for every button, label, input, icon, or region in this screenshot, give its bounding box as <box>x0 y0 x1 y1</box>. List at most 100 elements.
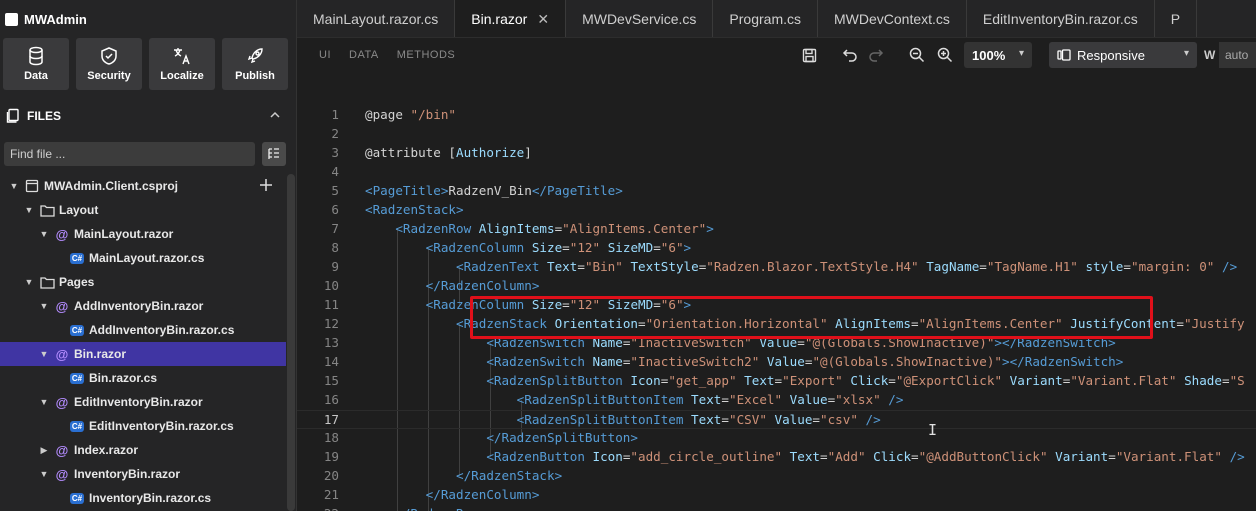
publish-button[interactable]: Publish <box>222 38 288 90</box>
zoom-in-icon <box>937 47 953 63</box>
code-token: /> <box>865 412 881 427</box>
code-token: Value <box>789 392 828 407</box>
file-tree-item[interactable]: ▼ Pages <box>0 270 286 294</box>
file-tree-item[interactable]: ▼ @ InventoryBin.razor <box>0 462 286 486</box>
editor-tab-label: EditInventoryBin.razor.cs <box>982 11 1138 27</box>
code-token: </PageTitle> <box>531 183 623 198</box>
close-icon[interactable]: ✕ <box>537 11 549 28</box>
expand-arrow-icon[interactable]: ▼ <box>38 301 50 311</box>
sidebar-scrollbar[interactable] <box>287 174 295 511</box>
file-tree-item[interactable]: ▼ @ Bin.razor <box>0 342 286 366</box>
file-tree-item[interactable]: C# AddInventoryBin.razor.cs <box>0 318 286 342</box>
code-token: "@AddButtonClick" <box>918 449 1048 464</box>
zoom-out-button[interactable] <box>908 46 926 64</box>
zoom-out-icon <box>909 47 925 63</box>
code-token: </RadzenSplitButton> <box>486 430 638 445</box>
find-file-input[interactable] <box>4 142 255 166</box>
expand-arrow-icon[interactable]: ▼ <box>23 205 35 215</box>
data-button[interactable]: Data <box>3 38 69 90</box>
line-number: 17 <box>323 412 339 427</box>
editor-tab[interactable]: Program.cs <box>713 0 818 37</box>
collapse-arrow-icon[interactable]: ▶ <box>38 445 50 456</box>
highlight-annotation <box>470 296 1153 339</box>
file-tree-item-label: Index.razor <box>74 443 139 457</box>
line-number: 4 <box>331 164 339 179</box>
editor-tab[interactable]: EditInventoryBin.razor.cs <box>967 0 1155 37</box>
code-token: /> <box>888 392 904 407</box>
file-tree-item-label: MainLayout.razor <box>74 227 174 241</box>
expand-arrow-icon[interactable]: ▼ <box>38 397 50 407</box>
csharp-file-icon: C# <box>69 324 85 336</box>
redo-button[interactable] <box>867 46 885 64</box>
width-input[interactable] <box>1219 42 1256 68</box>
editor-tabs: MainLayout.razor.cs Bin.razor ✕ MWDevServic… <box>297 0 1256 38</box>
file-tree-item[interactable]: C# MainLayout.razor.cs <box>0 246 286 270</box>
tab-data[interactable]: DATA <box>349 49 379 61</box>
editor-tab[interactable]: Bin.razor ✕ <box>455 0 567 37</box>
data-button-label: Data <box>24 70 48 82</box>
code-token: Text <box>691 412 722 427</box>
expand-arrow-icon[interactable]: ▼ <box>38 469 50 479</box>
file-tree-item-label: InventoryBin.razor <box>74 467 181 481</box>
devices-icon <box>1057 49 1071 61</box>
security-button[interactable]: Security <box>76 38 142 90</box>
file-tree-item[interactable]: C# Bin.razor.cs <box>0 366 286 390</box>
code-token: Size <box>531 240 563 255</box>
file-tree-item-label: InventoryBin.razor.cs <box>89 491 212 505</box>
editor-tab[interactable]: MWDevContext.cs <box>818 0 967 37</box>
project-icon <box>24 178 40 194</box>
file-tree-item[interactable]: ▼ @ AddInventoryBin.razor <box>0 294 286 318</box>
code-token: </RadzenColumn> <box>425 278 540 293</box>
file-tree-item[interactable]: ▶ @ Index.razor <box>0 438 286 462</box>
files-header[interactable]: FILES <box>0 104 297 128</box>
code-token: "margin: 0" <box>1130 259 1215 274</box>
code-line: 22 </RadzenRow> <box>297 505 1256 511</box>
expand-arrow-icon[interactable]: ▼ <box>8 181 20 191</box>
expand-arrow-icon[interactable]: ▼ <box>38 349 50 359</box>
file-tree-item[interactable]: C# EditInventoryBin.razor.cs <box>0 414 286 438</box>
file-tree-item[interactable]: ▼ MWAdmin.Client.csproj <box>0 174 286 198</box>
redo-icon <box>869 49 884 62</box>
tab-ui[interactable]: UI <box>319 49 331 61</box>
code-token: "InactiveSwitch2" <box>630 354 760 369</box>
editor-tab[interactable]: MWDevService.cs <box>566 0 714 37</box>
expand-arrow-icon[interactable]: ▼ <box>23 277 35 287</box>
app-title-text: MWAdmin <box>24 11 87 27</box>
code-token: <RadzenButton <box>486 449 593 464</box>
file-tree-item[interactable]: ▼ Layout <box>0 198 286 222</box>
editor-tab[interactable]: MainLayout.razor.cs <box>297 0 456 37</box>
expand-arrow-icon[interactable]: ▼ <box>38 229 50 239</box>
code-token: Variant <box>1055 449 1109 464</box>
file-tree-item[interactable]: ▼ @ EditInventoryBin.razor <box>0 390 286 414</box>
code-token: > <box>706 221 714 236</box>
chevron-up-icon[interactable] <box>269 109 281 121</box>
width-label: W <box>1204 48 1216 62</box>
undo-button[interactable] <box>841 46 859 64</box>
device-select[interactable]: Responsive ▾ <box>1049 42 1197 68</box>
code-token: = <box>888 373 896 388</box>
tree-view-button[interactable] <box>262 142 286 166</box>
code-editor[interactable]: 1 @page "/bin" 2 3 @attribute [Authorize] 4 5 <… <box>297 72 1256 511</box>
file-tree-item[interactable]: C# InventoryBin.razor.cs <box>0 486 286 510</box>
editor-tab-label: Bin.razor <box>471 11 528 27</box>
zoom-in-button[interactable] <box>936 46 954 64</box>
zoom-select[interactable]: 100% ▾ <box>964 42 1032 68</box>
editor-tab[interactable]: P <box>1155 0 1198 37</box>
code-line: 5 <PageTitle>RadzenV_Bin</PageTitle> <box>297 182 1256 201</box>
code-token: ></RadzenSwitch> <box>1002 354 1124 369</box>
code-line: 14 <RadzenSwitch Name="InactiveSwitch2" … <box>297 353 1256 372</box>
code-line: 4 <box>297 163 1256 182</box>
save-button[interactable] <box>800 46 818 64</box>
translate-icon <box>174 48 190 65</box>
file-tree-item[interactable]: ▼ @ MainLayout.razor <box>0 222 286 246</box>
code-token: Icon <box>592 449 623 464</box>
file-tree-item-label: Layout <box>59 203 99 217</box>
localize-button[interactable]: Localize <box>149 38 215 90</box>
tab-methods[interactable]: METHODS <box>397 49 456 61</box>
